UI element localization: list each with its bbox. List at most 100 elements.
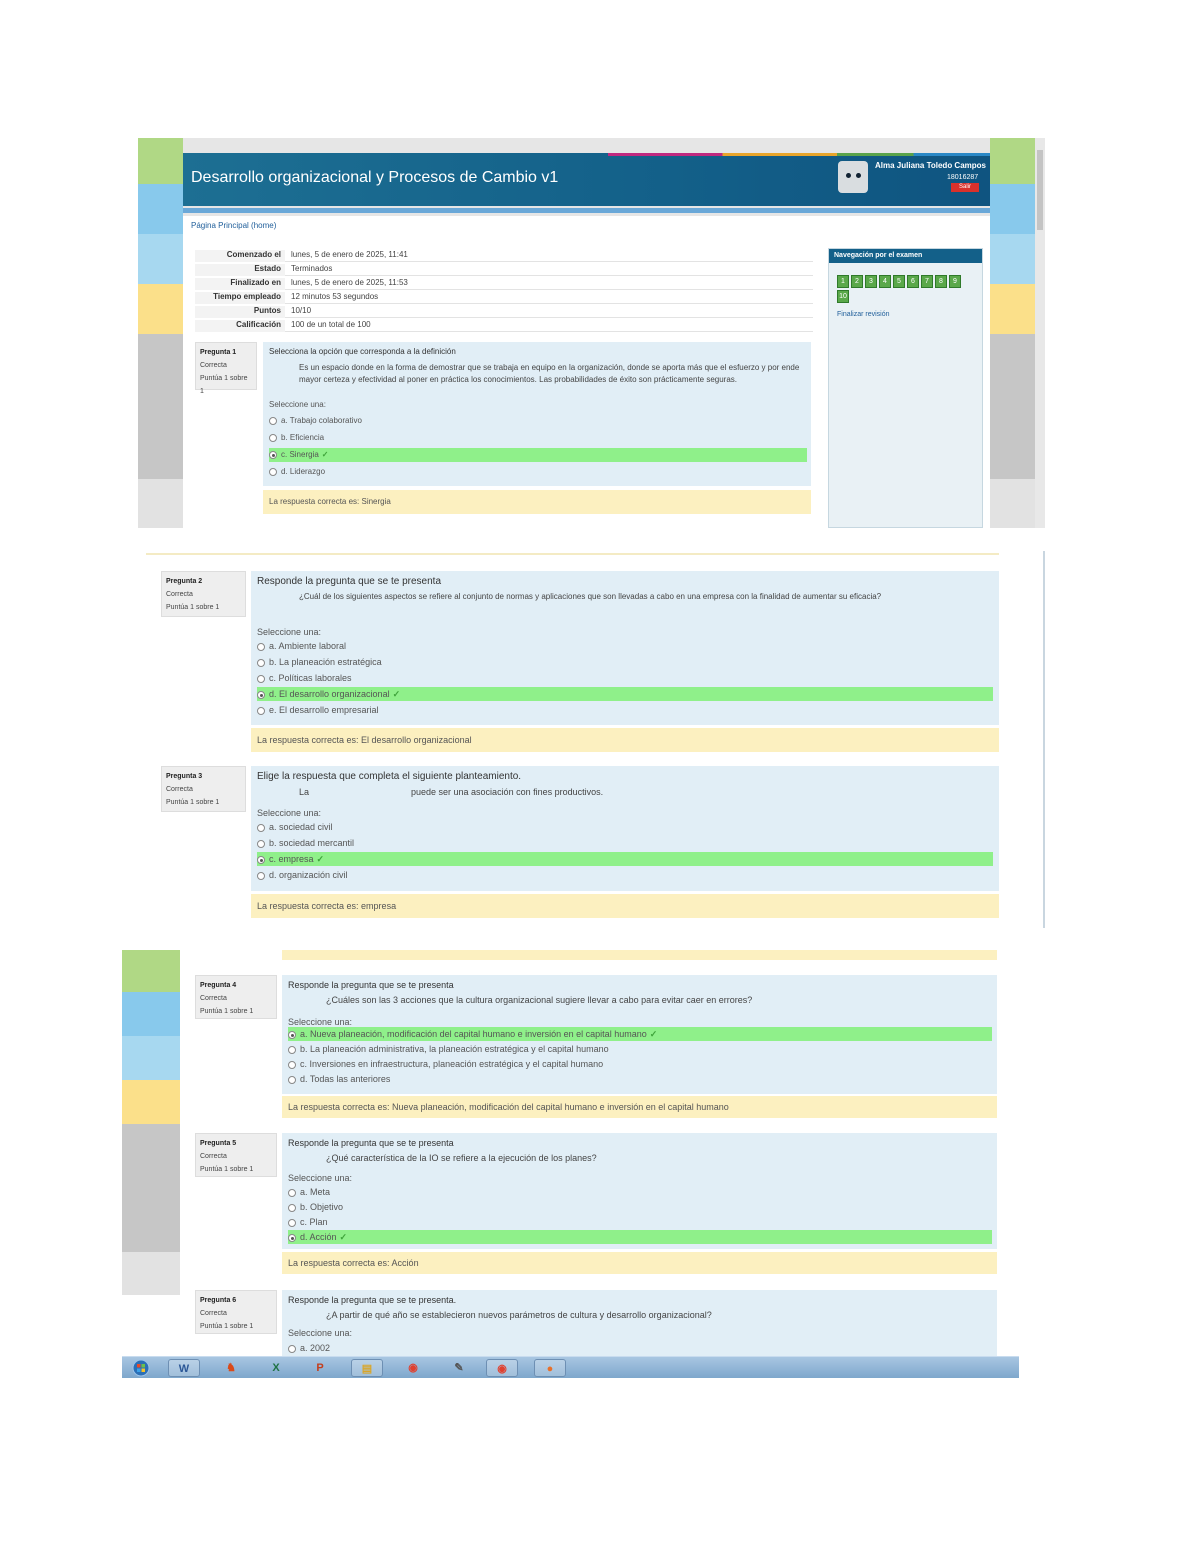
radio-icon[interactable] [269,416,277,425]
radio-icon[interactable] [269,467,277,476]
answer-option[interactable]: a. 2002 [288,1341,992,1355]
question-nav-button[interactable]: 10 [837,290,849,303]
answer-option-label: a. Ambiente laboral [269,641,347,651]
header-underline [183,208,990,213]
answer-option[interactable]: b. Eficiencia [269,431,807,445]
question-nav-button[interactable]: 4 [879,275,891,288]
select-one-label: Seleccione una: [288,1328,353,1338]
radio-icon[interactable] [257,706,265,715]
answer-option-correct[interactable]: c. Sinergia ✓ [269,448,807,462]
radio-icon[interactable] [257,642,265,651]
breadcrumb-home-link[interactable]: Página Principal (home) [191,221,276,230]
question-points: Puntúa 1 sobre 1 [166,604,220,611]
answer-option[interactable]: b. La planeación administrativa, la plan… [288,1042,992,1056]
radio-icon[interactable] [288,1203,296,1212]
radio-icon[interactable] [269,433,277,442]
stripe-yellow-right [990,284,1035,334]
radio-icon[interactable] [288,1344,296,1353]
question-nav-button[interactable]: 1 [837,275,849,288]
answer-option-correct[interactable]: d. El desarrollo organizacional ✓ [257,687,993,701]
scrollbar-thumb[interactable] [1037,150,1043,230]
answer-option[interactable]: e. El desarrollo empresarial [257,703,993,717]
radio-icon[interactable] [257,839,265,848]
radio-selected-icon[interactable] [288,1030,296,1039]
quiz-navigation-grid: 1 2 3 4 5 6 7 8 9 10 [829,263,979,303]
chrome-icon[interactable]: ◉ [397,1359,429,1377]
user-avatar-icon[interactable] [838,161,868,193]
question-status: Correcta [200,995,227,1002]
answer-option[interactable]: c. Inversiones en infraestructura, plane… [288,1057,992,1071]
radio-icon[interactable] [257,674,265,683]
answer-option[interactable]: b. La planeación estratégica [257,655,993,669]
answer-option-correct[interactable]: d. Acción ✓ [288,1230,992,1244]
question-description: ¿Cuáles son las 3 acciones que la cultur… [326,995,753,1005]
firefox-icon[interactable]: ● [534,1359,566,1377]
powerpoint-icon[interactable]: P [304,1359,336,1377]
start-orb-icon[interactable] [126,1359,156,1377]
screenshot-quiz-summary: Desarrollo organizacional y Procesos de … [138,138,1045,528]
stripe-green [122,950,180,992]
radio-selected-icon[interactable] [257,690,265,699]
answer-option[interactable]: a. Ambiente laboral [257,639,993,653]
radio-selected-icon[interactable] [269,450,277,459]
radio-selected-icon[interactable] [288,1233,296,1242]
radio-icon[interactable] [288,1060,296,1069]
chrome-window-icon[interactable]: ◉ [486,1359,518,1377]
question-nav-button[interactable]: 5 [893,275,905,288]
radio-selected-icon[interactable] [257,855,265,864]
radio-icon[interactable] [288,1045,296,1054]
radio-icon[interactable] [288,1188,296,1197]
summary-value: 12 minutos 53 segundos [291,292,379,301]
question-description: Es un espacio donde en la forma de demos… [299,363,800,384]
word-icon[interactable]: W [168,1359,200,1377]
stripe-grey [122,1124,180,1252]
feedback-box: La respuesta correcta es: Nueva planeaci… [282,1096,997,1118]
radio-icon[interactable] [257,658,265,667]
answer-option-correct[interactable]: c. empresa ✓ [257,852,993,866]
summary-value: Terminados [291,264,333,273]
feedback-box: La respuesta correcta es: Acción [282,1252,997,1274]
radio-icon[interactable] [257,871,265,880]
stripe-blue-right [990,184,1035,234]
summary-row: Comenzado el lunes, 5 de enero de 2025, 1… [195,248,813,262]
answer-option[interactable]: a. Meta [288,1185,992,1199]
folder-icon[interactable]: ▤ [351,1359,383,1377]
question-nav-button[interactable]: 8 [935,275,947,288]
summary-label: Calificación [195,320,285,332]
summary-label: Finalizado en [195,278,285,290]
radio-icon[interactable] [288,1075,296,1084]
answer-option[interactable]: d. Todas las anteriores [288,1072,992,1086]
windows-taskbar: W ♞ X P ▤ ◉ ✎ ◉ ● [122,1356,1019,1378]
answer-option[interactable]: c. Políticas laborales [257,671,993,685]
answer-option-label: d. organización civil [269,870,348,880]
radio-icon[interactable] [288,1218,296,1227]
answer-option[interactable]: b. sociedad mercantil [257,836,993,850]
radio-icon[interactable] [257,823,265,832]
question-status: Correcta [200,362,227,369]
question-nav-button[interactable]: 2 [851,275,863,288]
question-prompt: Responde la pregunta que se te presenta [257,576,442,587]
question-prompt: Selecciona la opción que corresponda a l… [269,347,456,356]
bird-app-icon[interactable]: ♞ [215,1359,247,1377]
answer-option[interactable]: d. organización civil [257,868,993,882]
summary-value: lunes, 5 de enero de 2025, 11:53 [291,278,408,287]
stripe-green [138,138,183,184]
answer-option[interactable]: b. Objetivo [288,1200,992,1214]
paint-icon[interactable]: ✎ [443,1359,475,1377]
answer-option[interactable]: c. Plan [288,1215,992,1229]
answer-option[interactable]: a. sociedad civil [257,820,993,834]
question-nav-button[interactable]: 3 [865,275,877,288]
answer-option[interactable]: d. Liderazgo [269,465,807,479]
question-nav-button[interactable]: 6 [907,275,919,288]
summary-row: Calificación 100 de un total de 100 [195,318,813,332]
excel-icon[interactable]: X [260,1359,292,1377]
answer-option[interactable]: a. Trabajo colaborativo [269,414,807,428]
finish-review-link[interactable]: Finalizar revisión [829,303,982,326]
answer-option-correct[interactable]: a. Nueva planeación, modificación del ca… [288,1027,992,1041]
answer-option-label: b. La planeación estratégica [269,657,382,667]
logout-button[interactable]: Salir [951,183,979,192]
question-nav-button[interactable]: 9 [949,275,961,288]
question-nav-button[interactable]: 7 [921,275,933,288]
select-one-label: Seleccione una: [257,808,322,818]
scrollbar[interactable] [1035,138,1045,528]
